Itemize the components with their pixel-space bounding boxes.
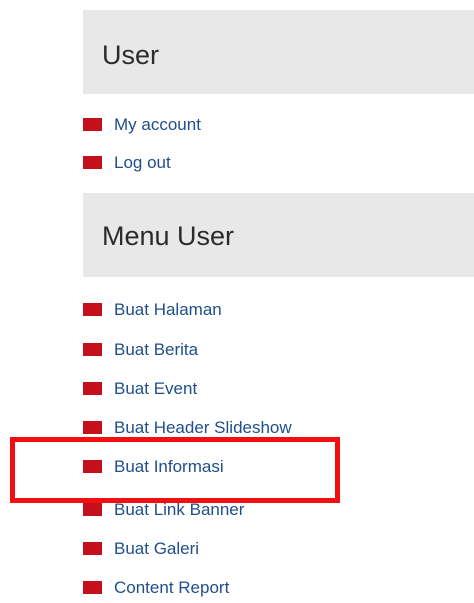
link-label[interactable]: Buat Galeri bbox=[114, 540, 199, 557]
link-label[interactable]: Buat Link Banner bbox=[114, 501, 244, 518]
menu-user-block-title: Menu User bbox=[102, 221, 235, 251]
link-label[interactable]: Buat Header Slideshow bbox=[114, 419, 292, 436]
link-content-report[interactable]: Content Report bbox=[83, 575, 229, 599]
link-buat-berita[interactable]: Buat Berita bbox=[83, 337, 198, 361]
user-block-header: User bbox=[83, 10, 474, 94]
link-label[interactable]: Buat Halaman bbox=[114, 301, 222, 318]
link-label[interactable]: Log out bbox=[114, 154, 171, 171]
bullet-icon bbox=[83, 459, 102, 473]
link-buat-galeri[interactable]: Buat Galeri bbox=[83, 536, 199, 560]
bullet-icon bbox=[83, 502, 102, 516]
bullet-icon bbox=[83, 342, 102, 356]
user-block-title: User bbox=[102, 40, 160, 70]
link-label[interactable]: Content Report bbox=[114, 579, 229, 596]
bullet-icon bbox=[83, 381, 102, 395]
bullet-icon bbox=[83, 155, 102, 169]
link-my-account[interactable]: My account bbox=[83, 112, 201, 136]
link-buat-informasi[interactable]: Buat Informasi bbox=[83, 454, 224, 478]
bullet-icon bbox=[83, 580, 102, 594]
link-buat-link-banner[interactable]: Buat Link Banner bbox=[83, 497, 244, 521]
link-label[interactable]: Buat Informasi bbox=[114, 458, 224, 475]
link-buat-halaman[interactable]: Buat Halaman bbox=[83, 297, 222, 321]
link-log-out[interactable]: Log out bbox=[83, 150, 171, 174]
bullet-icon bbox=[83, 302, 102, 316]
link-buat-event[interactable]: Buat Event bbox=[83, 376, 197, 400]
menu-user-block-header: Menu User bbox=[83, 193, 474, 277]
bullet-icon bbox=[83, 117, 102, 131]
bullet-icon bbox=[83, 541, 102, 555]
link-label[interactable]: My account bbox=[114, 116, 201, 133]
link-buat-header-slideshow[interactable]: Buat Header Slideshow bbox=[83, 415, 292, 439]
link-label[interactable]: Buat Event bbox=[114, 380, 197, 397]
link-label[interactable]: Buat Berita bbox=[114, 341, 198, 358]
bullet-icon bbox=[83, 420, 102, 434]
